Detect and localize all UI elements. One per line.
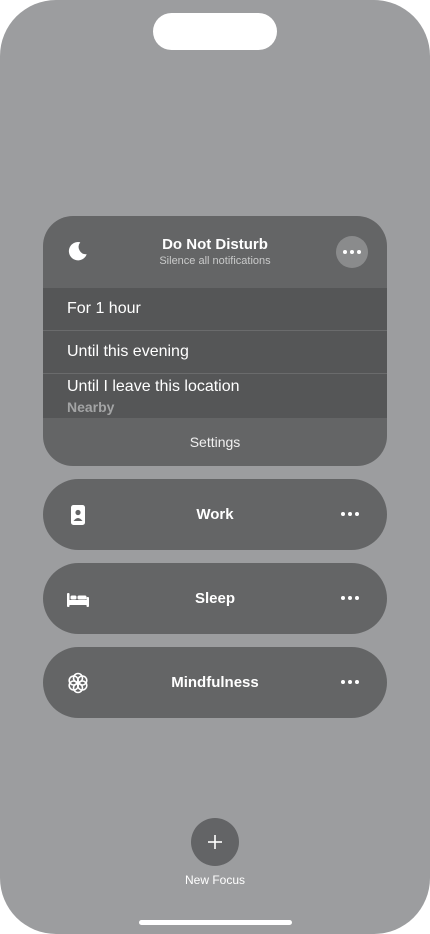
more-dot-icon xyxy=(348,512,352,516)
focus-label: Mindfulness xyxy=(171,674,259,691)
more-dot-icon xyxy=(341,512,345,516)
do-not-disturb-subtitle: Silence all notifications xyxy=(159,255,271,267)
option-until-this-evening[interactable]: Until this evening xyxy=(43,331,387,374)
home-indicator[interactable] xyxy=(139,920,292,925)
option-for-1-hour[interactable]: For 1 hour xyxy=(43,288,387,331)
new-focus-label: New Focus xyxy=(184,873,246,887)
more-dot-icon xyxy=(357,250,361,254)
focus-label: Work xyxy=(196,506,234,523)
more-dot-icon xyxy=(350,250,354,254)
more-dot-icon xyxy=(355,680,359,684)
option-until-i-leave-location[interactable]: Until I leave this location Nearby xyxy=(43,374,387,418)
sleep-more-button[interactable] xyxy=(341,596,359,600)
more-dot-icon xyxy=(355,512,359,516)
focus-label: Sleep xyxy=(194,590,236,607)
focus-screen: Do Not Disturb Silence all notifications… xyxy=(0,0,430,934)
mindfulness-more-button[interactable] xyxy=(341,680,359,684)
more-dot-icon xyxy=(341,596,345,600)
do-not-disturb-header[interactable]: Do Not Disturb Silence all notifications xyxy=(43,216,387,288)
new-focus-button[interactable] xyxy=(191,818,239,866)
more-dot-icon xyxy=(348,596,352,600)
option-label: Until I leave this location xyxy=(67,378,240,395)
focus-mindfulness[interactable]: Mindfulness xyxy=(43,647,387,718)
do-not-disturb-card: Do Not Disturb Silence all notifications… xyxy=(43,216,387,466)
focus-work[interactable]: Work xyxy=(43,479,387,550)
settings-button[interactable]: Settings xyxy=(43,434,387,450)
option-label: Until this evening xyxy=(67,343,189,360)
dynamic-island xyxy=(153,13,277,50)
option-label: For 1 hour xyxy=(67,300,141,317)
more-dot-icon xyxy=(343,250,347,254)
work-more-button[interactable] xyxy=(341,512,359,516)
plus-icon xyxy=(208,835,222,849)
focus-sleep[interactable]: Sleep xyxy=(43,563,387,634)
do-not-disturb-more-button[interactable] xyxy=(336,236,368,268)
option-sublabel: Nearby xyxy=(67,399,115,415)
more-dot-icon xyxy=(341,680,345,684)
more-dot-icon xyxy=(348,680,352,684)
more-dot-icon xyxy=(355,596,359,600)
